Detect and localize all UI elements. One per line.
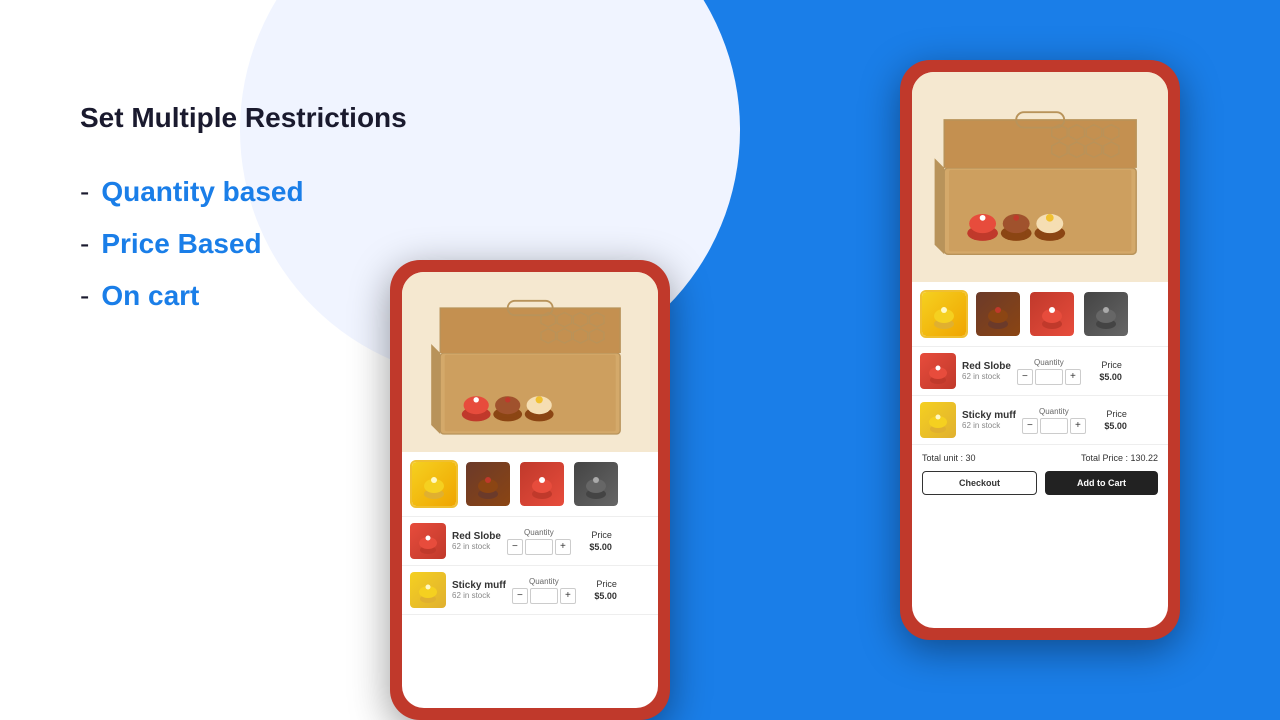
phone-large: Red Slobe 62 in stock Quantity − + Price…	[900, 60, 1180, 640]
checkout-button[interactable]: Checkout	[922, 471, 1037, 495]
feature-item-cart: - On cart	[80, 280, 407, 312]
product-info-1-small: Red Slobe 62 in stock	[452, 531, 501, 551]
product-info-2-small: Sticky muff 62 in stock	[452, 580, 506, 600]
thumb-4-large[interactable]	[1082, 290, 1130, 338]
thumb-1-large[interactable]	[920, 290, 968, 338]
qty-plus-1-small[interactable]: +	[555, 539, 571, 555]
product-stock-2-large: 62 in stock	[962, 421, 1016, 430]
feature-label-cart: On cart	[101, 280, 199, 312]
price-val-2-large: $5.00	[1104, 421, 1127, 431]
qty-control-1-large: − +	[1017, 369, 1081, 385]
product-info-1-large: Red Slobe 62 in stock	[962, 361, 1011, 381]
price-label-2-small: Price	[582, 579, 617, 589]
dash-price: -	[80, 228, 89, 260]
product-stock-2-small: 62 in stock	[452, 591, 506, 600]
product-row-2-large: Sticky muff 62 in stock Quantity − + Pri…	[912, 396, 1168, 445]
qty-col-1-small: Quantity − +	[507, 528, 571, 555]
qty-input-2-small[interactable]	[530, 588, 558, 604]
qty-label-2-large: Quantity	[1039, 407, 1069, 416]
feature-label-price: Price Based	[101, 228, 261, 260]
product-stock-1-small: 62 in stock	[452, 542, 501, 551]
phone-small: Red Slobe 62 in stock Quantity − + Price…	[390, 260, 670, 720]
feature-list: - Quantity based - Price Based - On cart	[80, 176, 407, 312]
price-val-1-small: $5.00	[589, 542, 612, 552]
price-label-1-small: Price	[577, 530, 612, 540]
product-stock-1-large: 62 in stock	[962, 372, 1011, 381]
phone-large-inner: Red Slobe 62 in stock Quantity − + Price…	[912, 72, 1168, 628]
feature-item-quantity: - Quantity based	[80, 176, 407, 208]
product-info-2-large: Sticky muff 62 in stock	[962, 410, 1016, 430]
qty-control-2-small: − +	[512, 588, 576, 604]
feature-label-quantity: Quantity based	[101, 176, 303, 208]
price-col-2-large: Price $5.00	[1092, 409, 1127, 431]
price-col-2-small: Price $5.00	[582, 579, 617, 601]
feature-item-price: - Price Based	[80, 228, 407, 260]
price-label-2-large: Price	[1092, 409, 1127, 419]
qty-col-1-large: Quantity − +	[1017, 358, 1081, 385]
price-col-1-large: Price $5.00	[1087, 360, 1122, 382]
product-row-2-small: Sticky muff 62 in stock Quantity − + Pri…	[402, 566, 658, 615]
product-row-1-large: Red Slobe 62 in stock Quantity − + Price…	[912, 347, 1168, 396]
price-val-2-small: $5.00	[594, 591, 617, 601]
qty-input-2-large[interactable]	[1040, 418, 1068, 434]
product-name-1-small: Red Slobe	[452, 531, 501, 542]
add-to-cart-button[interactable]: Add to Cart	[1045, 471, 1158, 495]
qty-input-1-large[interactable]	[1035, 369, 1063, 385]
totals-row-large: Total unit : 30 Total Price : 130.22	[922, 453, 1158, 463]
page-title: Set Multiple Restrictions	[80, 100, 407, 136]
dash-cart: -	[80, 280, 89, 312]
thumb-1-small[interactable]	[410, 460, 458, 508]
product-name-2-small: Sticky muff	[452, 580, 506, 591]
dash-quantity: -	[80, 176, 89, 208]
qty-plus-1-large[interactable]: +	[1065, 369, 1081, 385]
qty-control-2-large: − +	[1022, 418, 1086, 434]
total-price-label: Total Price : 130.22	[1081, 453, 1158, 463]
price-col-1-small: Price $5.00	[577, 530, 612, 552]
thumb-3-small[interactable]	[518, 460, 566, 508]
qty-col-2-large: Quantity − +	[1022, 407, 1086, 434]
action-row-large: Checkout Add to Cart	[922, 471, 1158, 495]
product-row-1-small: Red Slobe 62 in stock Quantity − + Price…	[402, 517, 658, 566]
thumbnail-row-small	[402, 452, 658, 517]
product-thumb-2-large	[920, 402, 956, 438]
qty-label-1-small: Quantity	[524, 528, 554, 537]
product-name-2-large: Sticky muff	[962, 410, 1016, 421]
product-thumb-1-small	[410, 523, 446, 559]
qty-plus-2-small[interactable]: +	[560, 588, 576, 604]
thumb-3-large[interactable]	[1028, 290, 1076, 338]
thumb-2-large[interactable]	[974, 290, 1022, 338]
product-image-area-small	[402, 272, 658, 452]
qty-col-2-small: Quantity − +	[512, 577, 576, 604]
qty-control-1-small: − +	[507, 539, 571, 555]
qty-minus-1-small[interactable]: −	[507, 539, 523, 555]
qty-minus-2-small[interactable]: −	[512, 588, 528, 604]
price-val-1-large: $5.00	[1099, 372, 1122, 382]
product-thumb-2-small	[410, 572, 446, 608]
box-svg-small	[415, 281, 645, 443]
product-thumb-1-large	[920, 353, 956, 389]
thumbnail-row-large	[912, 282, 1168, 347]
qty-minus-1-large[interactable]: −	[1017, 369, 1033, 385]
qty-label-2-small: Quantity	[529, 577, 559, 586]
qty-label-1-large: Quantity	[1034, 358, 1064, 367]
qty-input-1-small[interactable]	[525, 539, 553, 555]
qty-plus-2-large[interactable]: +	[1070, 418, 1086, 434]
phone-footer-large: Total unit : 30 Total Price : 130.22 Che…	[912, 445, 1168, 503]
box-svg-large	[925, 83, 1155, 272]
product-name-1-large: Red Slobe	[962, 361, 1011, 372]
thumb-4-small[interactable]	[572, 460, 620, 508]
left-panel: Set Multiple Restrictions - Quantity bas…	[80, 100, 407, 332]
product-image-area-large	[912, 72, 1168, 282]
thumb-2-small[interactable]	[464, 460, 512, 508]
price-label-1-large: Price	[1087, 360, 1122, 370]
phone-small-inner: Red Slobe 62 in stock Quantity − + Price…	[402, 272, 658, 708]
total-unit-label: Total unit : 30	[922, 453, 976, 463]
qty-minus-2-large[interactable]: −	[1022, 418, 1038, 434]
